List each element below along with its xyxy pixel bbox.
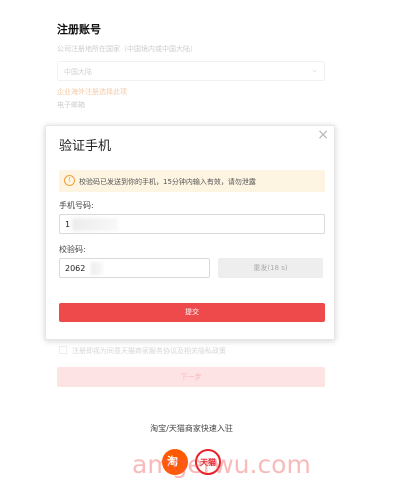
quick-entry-text: 淘宝/天猫商家快速入驻 [150, 424, 233, 433]
code-label: 校验码: [59, 245, 86, 254]
agreement-text: 注册即视为同意天猫商家服务协议及相关隐私政策 [72, 347, 226, 355]
watermark: amgerwu.com [132, 450, 311, 479]
chevron-down-icon: ⌄ [311, 65, 318, 74]
dialog-title: 验证手机 [59, 139, 112, 154]
phone-value: 1 [65, 220, 71, 229]
notice-banner: ! 校验码已发送到你的手机，15分钟内输入有效，请勿泄露 [59, 170, 325, 192]
info-icon: ! [64, 175, 75, 186]
email-label: 电子邮箱 [57, 101, 85, 109]
resend-button[interactable]: 重发(18 s) [218, 258, 323, 278]
location-select[interactable]: 中国大陆 ⌄ [57, 61, 325, 81]
page-title: 注册账号 [57, 23, 101, 36]
redacted-phone [72, 218, 118, 231]
next-button[interactable]: 下一步 [57, 367, 325, 387]
redacted-code [91, 262, 103, 275]
code-value: 2062 [65, 264, 86, 273]
overseas-link[interactable]: 企业海外注册选择此项 [57, 87, 127, 97]
submit-button[interactable]: 提交 [59, 303, 325, 322]
next-button-label: 下一步 [180, 373, 202, 381]
close-icon[interactable]: × [317, 127, 329, 143]
agreement-checkbox[interactable] [59, 346, 67, 354]
phone-label: 手机号码: [59, 201, 94, 210]
notice-text: 校验码已发送到你的手机，15分钟内输入有效，请勿泄露 [79, 178, 256, 186]
location-label: 公司注册地所在国家（中国境内或中国大陆） [57, 45, 197, 53]
verify-phone-dialog: × 验证手机 ! 校验码已发送到你的手机，15分钟内输入有效，请勿泄露 手机号码… [45, 125, 335, 340]
code-input[interactable]: 2062 [59, 258, 210, 278]
location-value: 中国大陆 [64, 68, 92, 76]
phone-field[interactable]: 1 [59, 214, 325, 234]
